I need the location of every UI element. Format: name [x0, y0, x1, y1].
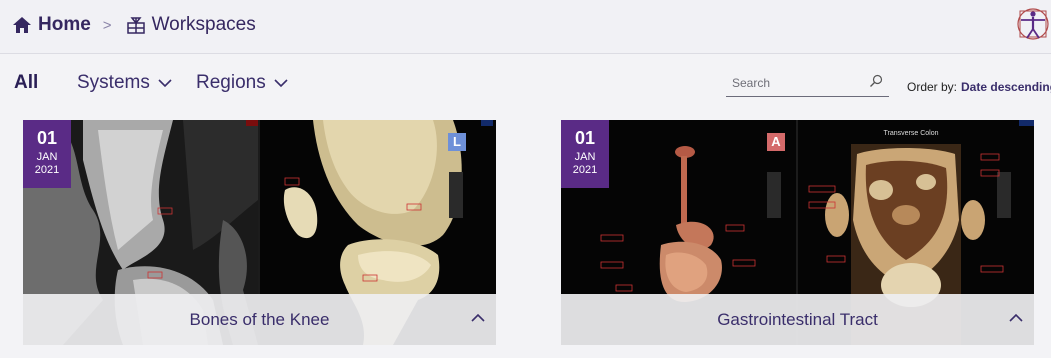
regions-dropdown-label: Regions: [196, 72, 266, 93]
panel-title: Transverse Colon: [883, 130, 939, 137]
date-month: JAN: [574, 151, 596, 163]
top-bar: Home > Workspaces: [0, 0, 1051, 54]
vitruvian-logo-icon[interactable]: [1016, 5, 1050, 45]
order-by-value[interactable]: Date descending: [961, 80, 1051, 94]
breadcrumb: Home > Workspaces: [12, 13, 256, 37]
workspace-card[interactable]: A Transverse Colon 01 JAN 2021 Gastroint…: [561, 120, 1034, 345]
filter-all-tab[interactable]: All: [14, 72, 38, 94]
card-title[interactable]: Bones of the Knee: [23, 310, 496, 330]
filter-bar: All Systems Regions Order by:Date descen…: [0, 55, 1051, 115]
breadcrumb-home-link[interactable]: Home: [38, 14, 91, 36]
systems-dropdown[interactable]: Systems: [77, 72, 172, 94]
search-icon[interactable]: [869, 74, 883, 88]
search-field: [726, 71, 889, 97]
breadcrumb-current: Workspaces: [151, 14, 256, 35]
breadcrumb-separator: >: [102, 16, 112, 34]
workspace-card[interactable]: L 01 JAN 2021 Bones of the Knee: [23, 120, 496, 345]
chevron-down-icon: [274, 78, 288, 87]
chevron-up-icon[interactable]: [470, 310, 486, 326]
order-by[interactable]: Order by: Date descending: [907, 80, 1051, 94]
date-badge: 01 JAN 2021: [23, 120, 71, 188]
date-badge: 01 JAN 2021: [561, 120, 609, 188]
view-indicator-badge: A: [767, 133, 785, 151]
chevron-up-icon[interactable]: [1008, 310, 1024, 326]
date-day: 01: [36, 128, 58, 148]
home-icon[interactable]: [12, 15, 32, 35]
date-year: 2021: [34, 164, 60, 176]
date-month: JAN: [36, 151, 58, 163]
date-day: 01: [574, 128, 596, 148]
date-year: 2021: [572, 164, 598, 176]
card-footer: Bones of the Knee: [23, 294, 496, 345]
search-input[interactable]: [732, 73, 862, 93]
view-indicator-badge: L: [448, 133, 466, 151]
order-by-label: Order by:: [907, 80, 958, 94]
card-title[interactable]: Gastrointestinal Tract: [561, 310, 1034, 330]
regions-dropdown[interactable]: Regions: [196, 72, 288, 94]
card-footer: Gastrointestinal Tract: [561, 294, 1034, 345]
chevron-down-icon: [158, 78, 172, 87]
systems-dropdown-label: Systems: [77, 72, 150, 93]
workspaces-icon: [126, 15, 146, 35]
